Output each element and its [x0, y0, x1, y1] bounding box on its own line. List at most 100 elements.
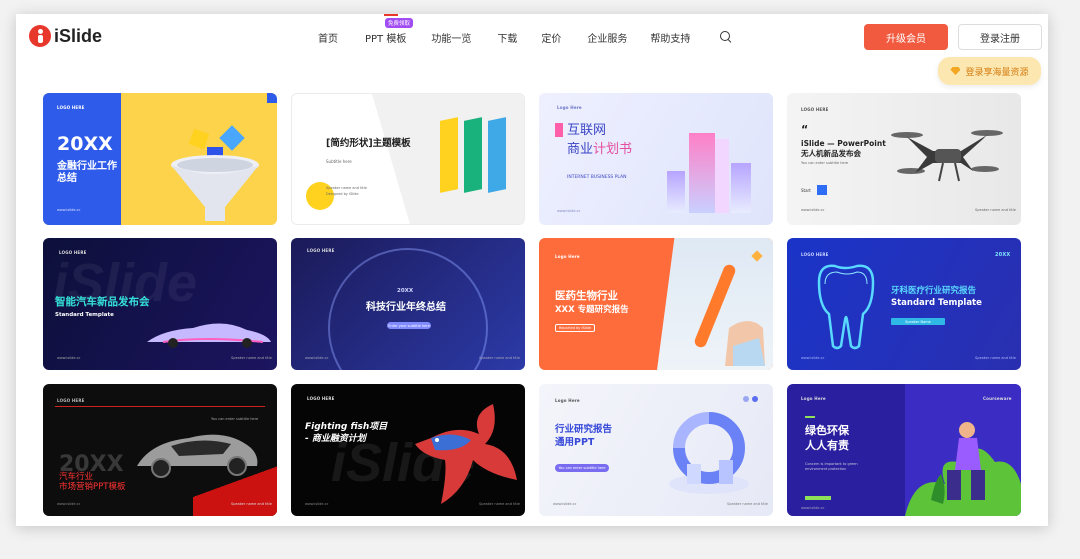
card-footer: www.islide.cc [553, 502, 577, 506]
dot-accent [743, 396, 749, 402]
card-bg-blue-panel [43, 93, 121, 225]
reported-pill: Reported by iSlide [555, 324, 595, 332]
card-year: 20XX [397, 288, 414, 294]
card-footer: www.islide.cc [57, 502, 81, 506]
card-speaker: Speaker name and title [231, 502, 272, 506]
browser-page: iSlide 首页 PPT 模板 免费领取 功能一览 下载 定价 企业服务 帮助支… [16, 14, 1048, 526]
template-card-drone[interactable]: LOGO HERE “ iSlide — PowerPoint 无人机新品发布会… [787, 93, 1021, 225]
card-title-line2: 市场营销PPT模板 [59, 482, 126, 492]
upgrade-vip-button[interactable]: 升级会员 [864, 24, 948, 50]
template-card-internet-plan[interactable]: Logo Here 互联网 商业计划书 INTERNET BUSINESS PL… [539, 93, 773, 225]
active-nav-indicator [384, 14, 398, 16]
card-title-line1: 医药生物行业 [555, 290, 618, 302]
subtitle-pill: You can enter subtitle here [555, 464, 609, 472]
card-speaker: Speaker name and title [326, 186, 367, 190]
card-title: 金融行业工作总结 [57, 161, 117, 184]
ring-3d-illustration [669, 412, 749, 494]
card-title: 科技行业年终总结 [366, 302, 446, 313]
nav-pricing[interactable]: 定价 [541, 30, 561, 45]
islide-logo-icon [29, 25, 51, 47]
nav-ppt-templates-label: PPT 模板 [365, 33, 407, 45]
nav-ppt-templates[interactable]: PPT 模板 免费领取 [365, 17, 414, 45]
login-register-button[interactable]: 登录注册 [958, 24, 1042, 50]
card-footer: www.islide.cc [305, 502, 329, 506]
free-badge: 免费领取 [385, 17, 414, 28]
card-subtitle: Standard Template [55, 312, 114, 318]
card-logo: Logo Here [801, 396, 826, 401]
card-logo: Logo Here [557, 105, 582, 110]
title-plan: 计划书 [593, 142, 633, 157]
card-title-line2: XXX 专题研究报告 [555, 305, 629, 315]
card-title-line2: 人人有责 [805, 439, 849, 452]
green-rule [805, 416, 815, 418]
blue-bar [488, 117, 506, 193]
card-speaker: Speaker name and title [975, 208, 1016, 212]
card-title-line2: 无人机新品发布会 [801, 149, 861, 158]
card-big-year: 20XX [57, 133, 113, 155]
red-swoosh [193, 464, 277, 516]
quote-mark: “ [801, 123, 809, 136]
template-card-industry-research[interactable]: Logo Here 行业研究报告 通用PPT You can enter sub… [539, 384, 773, 516]
card-footer: www.islide.cc [801, 356, 825, 360]
green-bar [464, 117, 482, 193]
nav-download[interactable]: 下载 [497, 30, 517, 45]
template-card-green-environment[interactable]: Logo Here Courseware 绿色环保 人人有责 Concern i… [787, 384, 1021, 516]
drone-illustration [891, 130, 1003, 182]
diamond-icon [950, 67, 961, 75]
card-title-line2: 通用PPT [555, 437, 595, 448]
nav-enterprise[interactable]: 企业服务 [587, 30, 627, 45]
nav-features[interactable]: 功能一览 [431, 30, 471, 45]
login-tip-bubble[interactable]: 登录享海量资源 [938, 57, 1041, 85]
card-logo: LOGO HERE [801, 252, 829, 257]
card-logo: Logo Here [555, 398, 580, 403]
logo-text: iSlide [54, 25, 103, 46]
card-subtitle: You can enter subtitle here [801, 161, 849, 165]
title-business: 商业 [567, 142, 594, 157]
start-label: Start [801, 188, 811, 193]
template-card-fighting-fish[interactable]: iSlide LOGO HERE Fighting fish项目 - 商业融资计… [291, 384, 525, 516]
card-logo: LOGO HERE [57, 105, 85, 110]
card-title-line2: - 商业融资计划 [305, 434, 366, 444]
person-plant-illustration [905, 422, 1021, 516]
card-title-line1: 行业研究报告 [555, 424, 613, 435]
card-tag: 20XX [995, 252, 1011, 258]
search-icon[interactable] [720, 31, 732, 43]
card-title-line2: 商业计划书 [567, 142, 632, 158]
card-title-line1: 绿色环保 [805, 424, 849, 437]
card-speaker: Speaker name and title [479, 356, 520, 360]
test-tube-illustration [694, 264, 765, 366]
building-illustration [667, 133, 751, 213]
play-icon [817, 185, 827, 195]
card-logo: LOGO HERE [801, 107, 829, 112]
nav-home[interactable]: 首页 [318, 30, 338, 45]
card-logo: Logo Here [555, 254, 580, 259]
template-card-car-marketing[interactable]: LOGO HERE You can enter subtitle here 20… [43, 384, 277, 516]
card-title-line1: iSlide — PowerPoint [801, 139, 886, 148]
card-corner-square [267, 93, 277, 103]
card-title-line1: 互联网 [567, 123, 607, 138]
card-footer: www.islide.cc [801, 506, 825, 510]
card-footer: www.islide.cc [305, 356, 329, 360]
template-card-tech-summary[interactable]: LOGO HERE 20XX 科技行业年终总结 Enter your subti… [291, 238, 525, 370]
template-card-simple-shapes[interactable]: [简约形状]主题模板 Subtitle here Speaker name an… [291, 93, 525, 225]
card-footer: www.islide.cc [801, 208, 825, 212]
card-logo: LOGO HERE [57, 398, 85, 403]
template-card-medicine[interactable]: Logo Here 医药生物行业 XXX 专题研究报告 Reported by … [539, 238, 773, 370]
card-title-line2: Standard Template [891, 298, 982, 308]
template-card-dental[interactable]: LOGO HERE 20XX 牙科医疗行业研究报告 Standard Templ… [787, 238, 1021, 370]
card-subtitle: INTERNET BUSINESS PLAN [567, 175, 627, 180]
card-logo: LOGO HERE [307, 248, 335, 253]
yellow-bar [440, 117, 458, 193]
betta-fish-illustration [415, 404, 517, 504]
login-tip-text: 登录享海量资源 [965, 67, 1029, 78]
card-title: 智能汽车新品发布会 [55, 296, 150, 308]
card-description: Concern is important to green environmen… [805, 462, 858, 471]
card-designer: Designed by iSlide [326, 192, 359, 196]
template-card-smart-car[interactable]: iSlide LOGO HERE 智能汽车新品发布会 Standard Temp… [43, 238, 277, 370]
subtitle-pill: Enter your subtitle here [387, 322, 431, 329]
islide-logo[interactable]: iSlide [29, 25, 102, 47]
template-card-finance[interactable]: LOGO HERE 20XX 金融行业工作总结 www.islide.cc [43, 93, 277, 225]
card-speaker: Speaker name and title [975, 356, 1016, 360]
nav-help[interactable]: 帮助支持 [650, 30, 690, 45]
card-logo: LOGO HERE [59, 250, 87, 255]
